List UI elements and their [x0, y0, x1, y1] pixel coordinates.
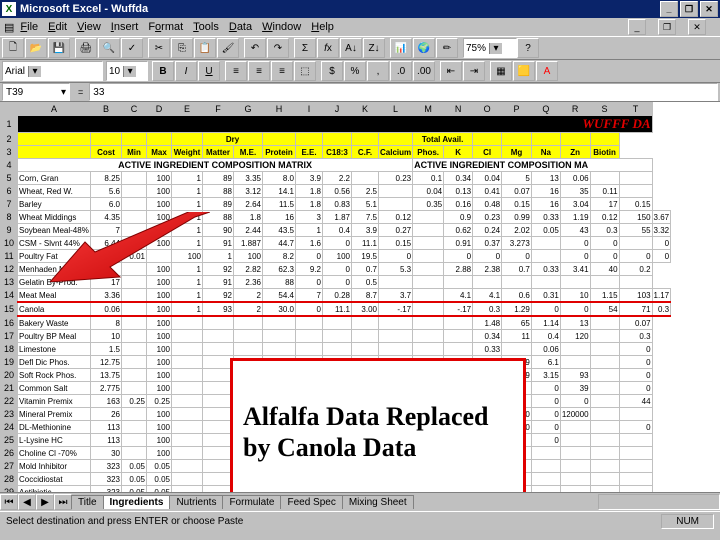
- align-center-button[interactable]: ≡: [248, 61, 270, 81]
- maximize-button[interactable]: ❐: [680, 1, 698, 17]
- inc-dec-button[interactable]: .0: [390, 61, 412, 81]
- borders-button[interactable]: ▦: [490, 61, 512, 81]
- new-button[interactable]: 🗋: [2, 38, 24, 58]
- title-text: Microsoft Excel - Wuffda: [20, 3, 148, 15]
- chart-button[interactable]: 📊: [390, 38, 412, 58]
- underline-button[interactable]: U: [198, 61, 220, 81]
- tab-prev-button[interactable]: ◀: [18, 494, 36, 510]
- doc-maximize-button[interactable]: ❐: [658, 19, 676, 35]
- menu-insert[interactable]: Insert: [111, 21, 139, 33]
- sheet-tab-nutrients[interactable]: Nutrients: [169, 495, 223, 509]
- app-icon: X: [2, 2, 16, 16]
- bold-button[interactable]: B: [152, 61, 174, 81]
- num-lock-indicator: NUM: [661, 514, 714, 529]
- inc-indent-button[interactable]: ⇥: [463, 61, 485, 81]
- status-text: Select destination and press ENTER or ch…: [6, 516, 243, 527]
- dec-dec-button[interactable]: .00: [413, 61, 435, 81]
- font-color-button[interactable]: A: [536, 61, 558, 81]
- sort-asc-button[interactable]: A↓: [340, 38, 362, 58]
- font-combo[interactable]: Arial▾: [2, 61, 103, 81]
- doc-close-button[interactable]: ✕: [688, 19, 706, 35]
- titlebar: X Microsoft Excel - Wuffda _ ❐ ✕: [0, 0, 720, 18]
- drawing-button[interactable]: ✏: [436, 38, 458, 58]
- fill-color-button[interactable]: 🟨: [513, 61, 535, 81]
- minimize-button[interactable]: _: [660, 1, 678, 17]
- paste-button[interactable]: 📋: [194, 38, 216, 58]
- formula-bar: T39▾ = 33: [0, 83, 720, 102]
- italic-button[interactable]: I: [175, 61, 197, 81]
- percent-button[interactable]: %: [344, 61, 366, 81]
- close-button[interactable]: ✕: [700, 1, 718, 17]
- help-button[interactable]: ?: [517, 38, 539, 58]
- menu-window[interactable]: Window: [262, 21, 301, 33]
- copy-button[interactable]: ⎘: [171, 38, 193, 58]
- save-button[interactable]: 💾: [48, 38, 70, 58]
- menu-help[interactable]: Help: [311, 21, 334, 33]
- app-small-icon: ▤: [4, 21, 14, 34]
- sheet-tab-title[interactable]: Title: [71, 495, 104, 509]
- worksheet-grid[interactable]: ABCDEFGHIJKLMNOPQRST1WUFFF DA2DryTotal A…: [0, 102, 720, 492]
- standard-toolbar: 🗋 📂 💾 🖨 🔍 ✓ ✂ ⎘ 📋 🖌 ↶ ↷ Σ fx A↓ Z↓ 📊 🌍 ✏…: [0, 36, 720, 60]
- cut-button[interactable]: ✂: [148, 38, 170, 58]
- fontsize-combo[interactable]: 10▾: [106, 61, 148, 81]
- print-button[interactable]: 🖨: [75, 38, 97, 58]
- autosum-button[interactable]: Σ: [294, 38, 316, 58]
- format-toolbar: Arial▾ 10▾ B I U ≡ ≡ ≡ ⬚ $ % , .0 .00 ⇤ …: [0, 60, 720, 83]
- zoom-combo[interactable]: 75%▾: [463, 38, 517, 58]
- dec-indent-button[interactable]: ⇤: [440, 61, 462, 81]
- preview-button[interactable]: 🔍: [98, 38, 120, 58]
- sheet-tab-formulate[interactable]: Formulate: [222, 495, 281, 509]
- menu-data[interactable]: Data: [229, 21, 252, 33]
- map-button[interactable]: 🌍: [413, 38, 435, 58]
- menu-format[interactable]: Format: [148, 21, 183, 33]
- comma-button[interactable]: ,: [367, 61, 389, 81]
- menu-edit[interactable]: Edit: [48, 21, 67, 33]
- format-painter-button[interactable]: 🖌: [217, 38, 239, 58]
- redo-button[interactable]: ↷: [267, 38, 289, 58]
- currency-button[interactable]: $: [321, 61, 343, 81]
- align-left-button[interactable]: ≡: [225, 61, 247, 81]
- sheet-tab-ingredients[interactable]: Ingredients: [103, 495, 171, 509]
- name-box[interactable]: T39▾: [2, 83, 70, 101]
- menu-file[interactable]: FFileile: [20, 21, 38, 33]
- sheet-tab-feed spec[interactable]: Feed Spec: [280, 495, 342, 509]
- tab-next-button[interactable]: ▶: [36, 494, 54, 510]
- function-button[interactable]: fx: [317, 38, 339, 58]
- menu-view[interactable]: View: [77, 21, 101, 33]
- spell-button[interactable]: ✓: [121, 38, 143, 58]
- sheet-tabs: ⏮ ◀ ▶ ⏭ TitleIngredientsNutrientsFormula…: [0, 492, 720, 511]
- doc-minimize-button[interactable]: _: [628, 19, 646, 35]
- undo-button[interactable]: ↶: [244, 38, 266, 58]
- tab-last-button[interactable]: ⏭: [54, 494, 72, 510]
- menu-tools[interactable]: Tools: [193, 21, 219, 33]
- tab-first-button[interactable]: ⏮: [0, 494, 18, 510]
- merge-button[interactable]: ⬚: [294, 61, 316, 81]
- formula-input[interactable]: 33: [89, 83, 718, 101]
- align-right-button[interactable]: ≡: [271, 61, 293, 81]
- sort-desc-button[interactable]: Z↓: [363, 38, 385, 58]
- open-button[interactable]: 📂: [25, 38, 47, 58]
- sheet-tab-mixing sheet[interactable]: Mixing Sheet: [342, 495, 414, 509]
- hscroll[interactable]: [598, 494, 720, 510]
- status-bar: Select destination and press ENTER or ch…: [0, 511, 720, 530]
- overlay-callout: Alfalfa Data Replaced by Canola Data: [230, 358, 526, 492]
- menubar: ▤ FFileile Edit View Insert Format Tools…: [0, 18, 720, 36]
